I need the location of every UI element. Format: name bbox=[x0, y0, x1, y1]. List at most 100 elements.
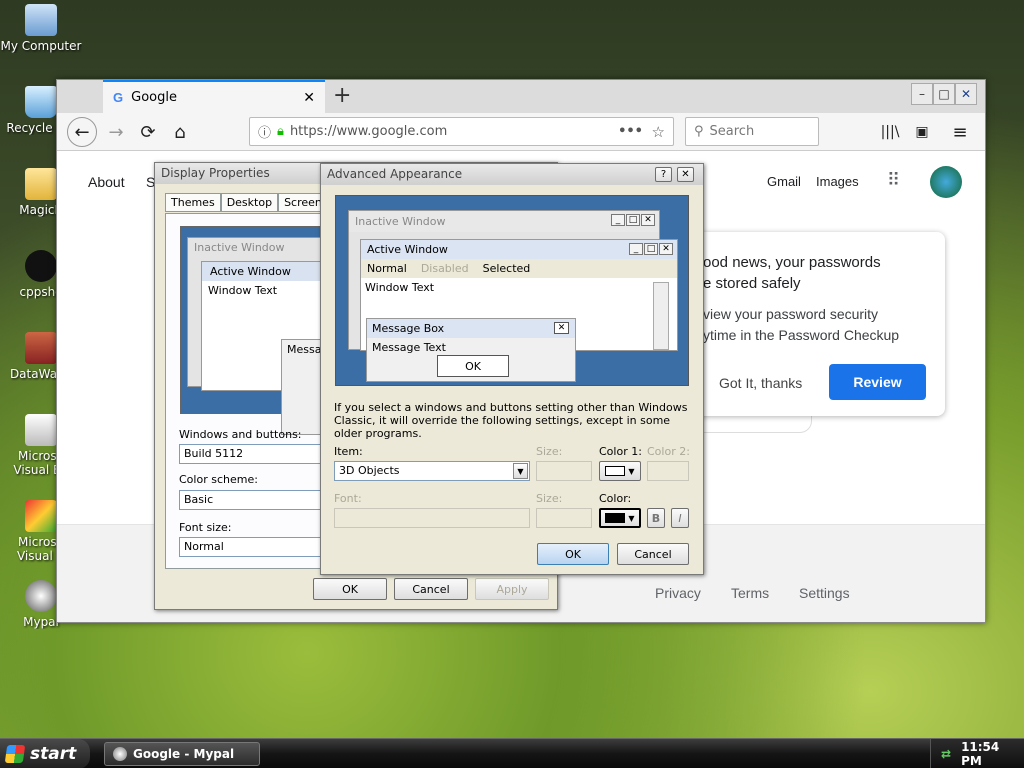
item-label: Item: bbox=[334, 445, 363, 458]
windows-buttons-select[interactable]: Build 5112 bbox=[179, 444, 335, 464]
search-icon: ⚲ bbox=[694, 124, 704, 139]
font-size-select[interactable] bbox=[536, 508, 592, 528]
new-tab-button[interactable]: + bbox=[333, 83, 351, 108]
clock: 11:54 PM bbox=[961, 740, 1000, 768]
override-note: If you select a windows and buttons sett… bbox=[334, 401, 688, 440]
tab-strip: G Google ✕ + – □ ✕ bbox=[57, 80, 985, 113]
preview-message-box: Message Box ✕ Message Text OK bbox=[366, 318, 576, 382]
tab-themes[interactable]: Themes bbox=[165, 193, 221, 212]
close-window-button[interactable]: ✕ bbox=[955, 83, 977, 105]
ok-button[interactable]: OK bbox=[537, 543, 609, 565]
close-icon: ✕ bbox=[554, 322, 569, 334]
color2-picker[interactable] bbox=[647, 461, 689, 481]
app-icon bbox=[25, 332, 57, 364]
computer-icon bbox=[25, 4, 57, 36]
close-tab-icon[interactable]: ✕ bbox=[303, 90, 315, 106]
font-size-label: Font size: bbox=[179, 521, 232, 534]
preview-ok-button: OK bbox=[437, 355, 509, 377]
font-size-label: Size: bbox=[536, 492, 563, 505]
card-text: view your password security ytime in the… bbox=[703, 306, 900, 343]
color1-picker[interactable]: ▼ bbox=[599, 461, 641, 481]
card-title: ood news, your passwords e stored safely bbox=[703, 254, 881, 292]
lock-icon: 🔒︎ bbox=[277, 124, 284, 139]
size-label: Size: bbox=[536, 445, 563, 458]
color2-label: Color 2: bbox=[647, 445, 690, 458]
apply-button[interactable]: Apply bbox=[475, 578, 549, 600]
terms-link[interactable]: Terms bbox=[731, 585, 769, 601]
appearance-preview: Inactive Window _ □ ✕ Active Window _ □ ✕ No… bbox=[335, 195, 689, 386]
cancel-button[interactable]: Cancel bbox=[617, 543, 689, 565]
recycle-bin-icon bbox=[25, 86, 57, 118]
gmail-link[interactable]: Gmail bbox=[767, 174, 801, 189]
app-icon bbox=[25, 250, 57, 282]
size-stepper[interactable] bbox=[536, 461, 592, 481]
forward-button[interactable]: → bbox=[101, 117, 131, 147]
url-text: https://www.google.com bbox=[289, 124, 448, 139]
font-label: Font: bbox=[334, 492, 362, 505]
italic-button[interactable]: I bbox=[671, 508, 689, 528]
app-icon bbox=[25, 580, 57, 612]
network-icon[interactable]: ⇄ bbox=[941, 747, 951, 761]
desktop-icon-my-computer[interactable]: My Computer bbox=[0, 4, 82, 53]
privacy-link[interactable]: Privacy bbox=[655, 585, 701, 601]
url-bar[interactable]: ⓘ 🔒︎ https://www.google.com ••• ☆ bbox=[249, 117, 674, 146]
tab-row: Themes Desktop Screen Sa bbox=[165, 193, 346, 212]
advanced-appearance-title[interactable]: Advanced Appearance bbox=[321, 164, 703, 185]
info-icon[interactable]: ⓘ bbox=[258, 122, 271, 141]
color-scheme-select[interactable]: Basic bbox=[179, 490, 335, 510]
font-select[interactable] bbox=[334, 508, 530, 528]
search-input[interactable]: ⚲ Search bbox=[685, 117, 819, 146]
windows-buttons-label: Windows and buttons: bbox=[179, 428, 302, 441]
item-select[interactable]: 3D Objects ▼ bbox=[334, 461, 530, 481]
password-checkup-card: ood news, your passwords e stored safely… bbox=[667, 232, 945, 416]
google-favicon-icon: G bbox=[113, 90, 124, 105]
chevron-down-icon: ▼ bbox=[513, 463, 528, 479]
reload-button[interactable]: ⟳ bbox=[133, 117, 163, 147]
app-icon bbox=[25, 414, 57, 446]
back-button[interactable]: ← bbox=[67, 117, 97, 147]
color-scheme-label: Color scheme: bbox=[179, 473, 258, 486]
appearance-preview: Inactive Window Active Window Window Tex… bbox=[180, 226, 351, 435]
font-color-label: Color: bbox=[599, 492, 632, 505]
windows-logo-icon bbox=[4, 745, 26, 763]
tab-google[interactable]: G Google ✕ bbox=[103, 80, 325, 113]
font-size-select[interactable]: Normal bbox=[179, 537, 335, 557]
page-actions-icon[interactable]: ••• bbox=[618, 124, 643, 139]
apps-grid-icon[interactable]: ⠿ bbox=[887, 170, 900, 191]
bookmark-star-icon[interactable]: ☆ bbox=[652, 123, 665, 141]
home-button[interactable]: ⌂ bbox=[165, 117, 195, 147]
bold-button[interactable]: B bbox=[647, 508, 665, 528]
folder-icon bbox=[25, 168, 57, 200]
tab-title: Google bbox=[131, 90, 177, 105]
app-icon bbox=[25, 500, 57, 532]
maximize-button[interactable]: □ bbox=[933, 83, 955, 105]
preview-scrollbar bbox=[653, 282, 669, 350]
taskbar: start Google - Mypal ⇄ 11:54 PM bbox=[0, 738, 1024, 768]
advanced-appearance-dialog: Advanced Appearance ? ✕ Inactive Window … bbox=[320, 163, 704, 575]
tab-desktop[interactable]: Desktop bbox=[220, 193, 279, 212]
navigation-toolbar: ← → ⟳ ⌂ ⓘ 🔒︎ https://www.google.com ••• … bbox=[57, 113, 985, 151]
preview-active-controls: _ □ ✕ bbox=[629, 243, 673, 255]
review-button[interactable]: Review bbox=[829, 364, 926, 400]
sidebar-icon[interactable]: ▣ bbox=[907, 117, 937, 147]
start-button[interactable]: start bbox=[0, 739, 90, 768]
mypal-icon bbox=[113, 747, 127, 761]
ok-button[interactable]: OK bbox=[313, 578, 387, 600]
images-link[interactable]: Images bbox=[816, 174, 859, 189]
close-icon[interactable]: ✕ bbox=[677, 167, 694, 182]
cancel-button[interactable]: Cancel bbox=[394, 578, 468, 600]
minimize-button[interactable]: – bbox=[911, 83, 933, 105]
taskbar-item-mypal[interactable]: Google - Mypal bbox=[104, 742, 260, 766]
preview-window-controls: _ □ ✕ bbox=[611, 214, 655, 226]
preview-menu-bar: Normal Disabled Selected bbox=[361, 259, 677, 278]
about-link[interactable]: About bbox=[88, 174, 125, 190]
color1-label: Color 1: bbox=[599, 445, 642, 458]
help-button[interactable]: ? bbox=[655, 167, 672, 182]
system-tray: ⇄ 11:54 PM bbox=[930, 739, 1024, 768]
settings-link[interactable]: Settings bbox=[799, 585, 850, 601]
font-color-picker[interactable]: ▼ bbox=[599, 508, 641, 528]
got-it-button[interactable]: Got It, thanks bbox=[719, 375, 802, 391]
avatar[interactable] bbox=[930, 166, 962, 198]
menu-icon[interactable]: ≡ bbox=[945, 117, 975, 147]
library-icon[interactable]: |||\ bbox=[875, 117, 905, 147]
